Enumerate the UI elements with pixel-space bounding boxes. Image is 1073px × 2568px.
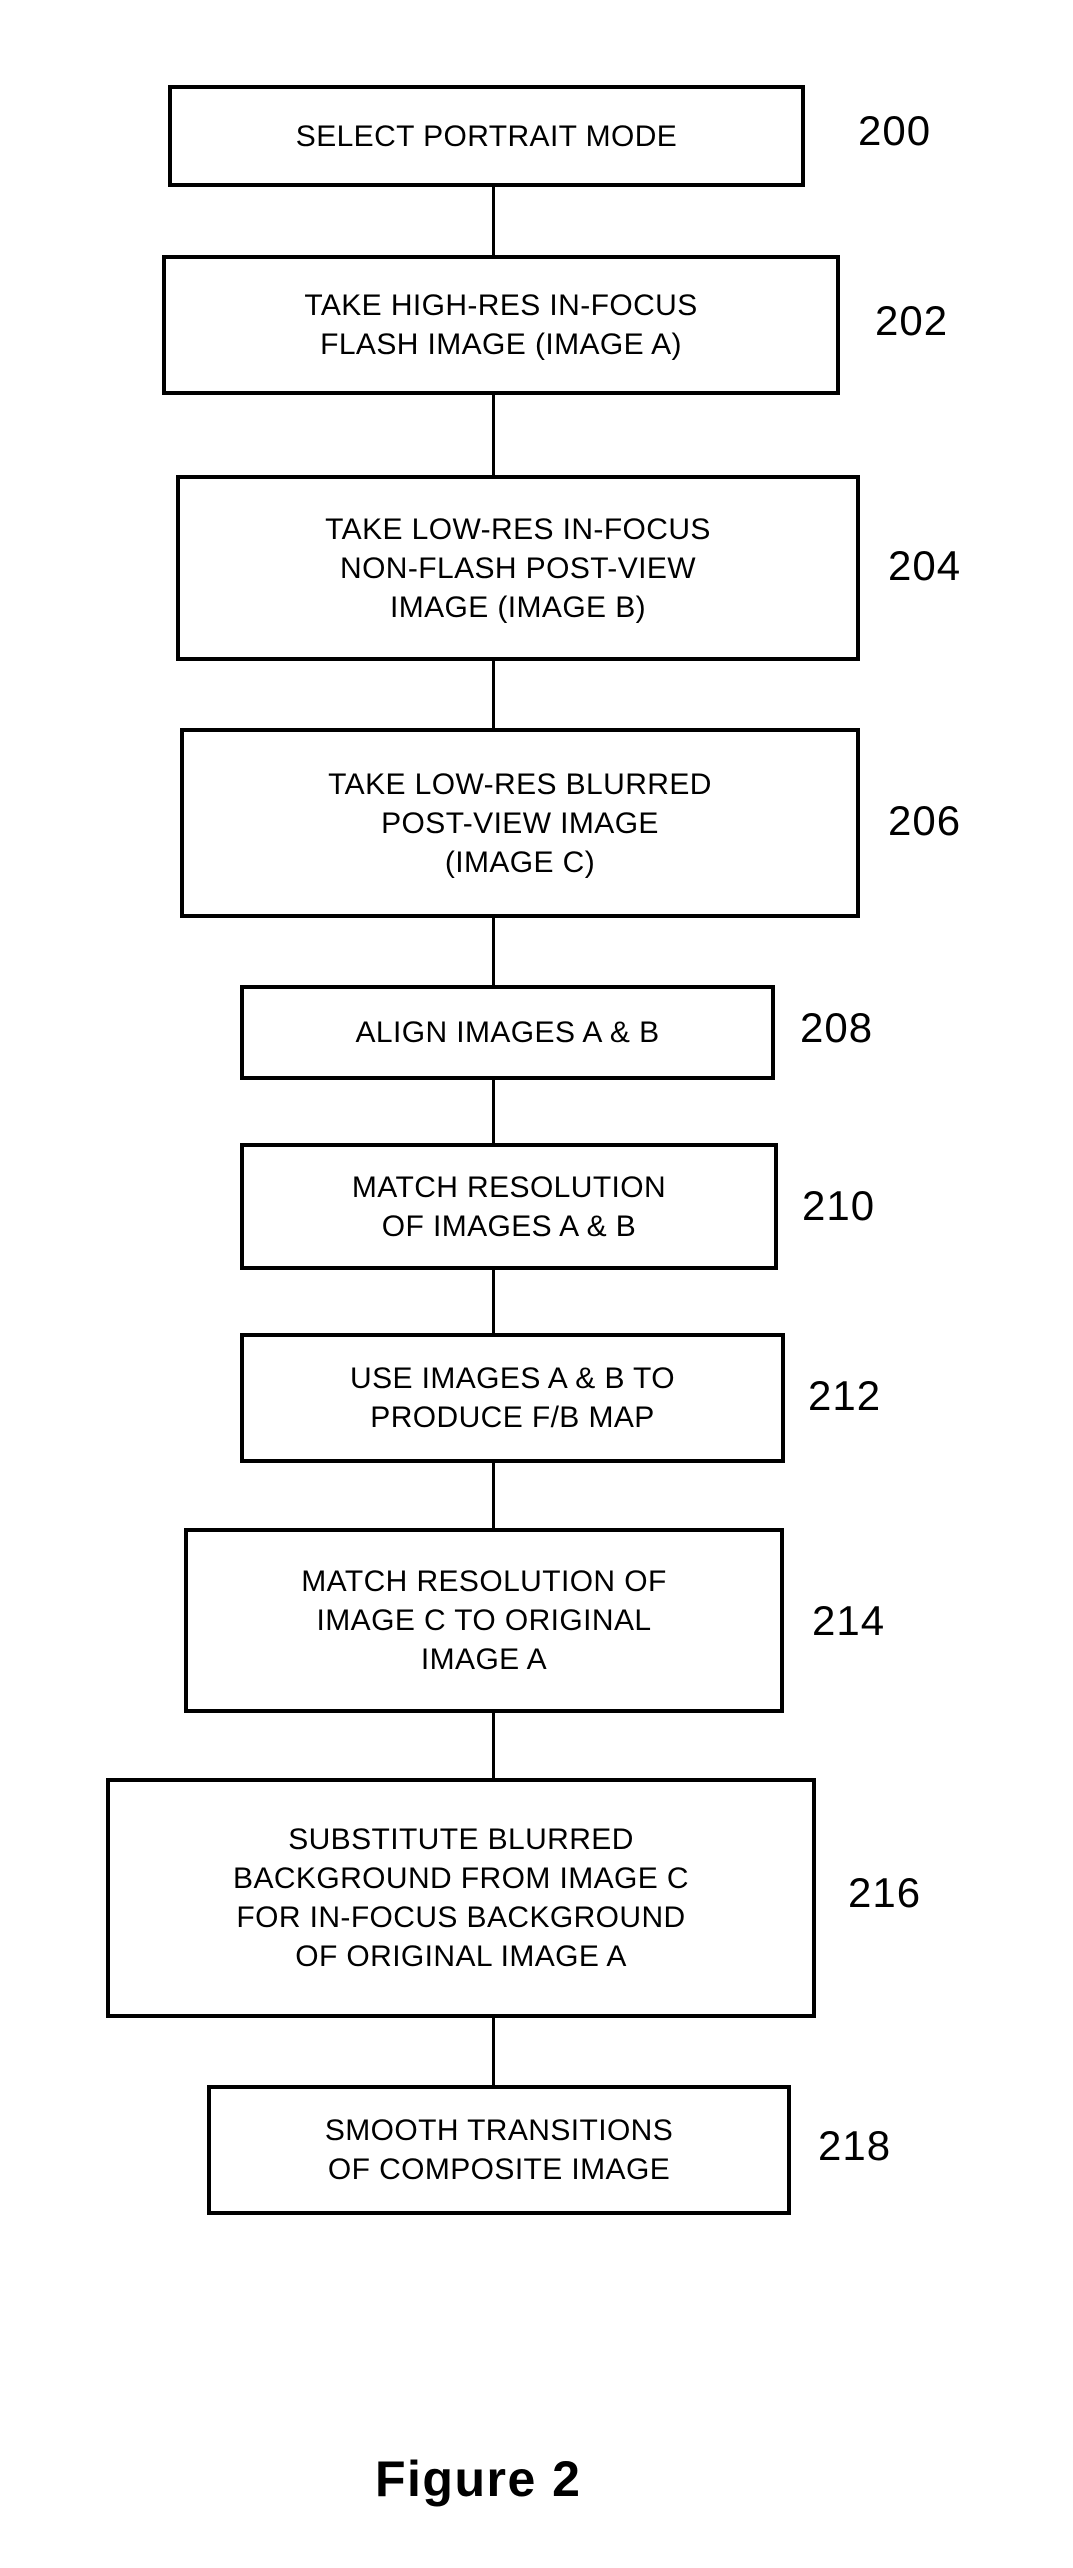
connector-208-210	[492, 1080, 495, 1143]
connector-202-204	[492, 395, 495, 475]
flowchart-ref-216: 216	[848, 1869, 922, 1916]
flowchart-ref-200: 200	[858, 107, 932, 154]
flowchart-node-200-label: SELECT PORTRAIT MODE	[295, 119, 678, 153]
flowchart-node-204-label: TAKE LOW-RES IN-FOCUS NON-FLASH POST-VIE…	[325, 512, 711, 624]
connector-216-218	[492, 2018, 495, 2085]
connector-206-208	[492, 918, 495, 985]
figure-caption: Figure 2	[375, 2451, 582, 2507]
flowchart-ref-210: 210	[802, 1182, 876, 1229]
flowchart-node-210-label: MATCH RESOLUTION OF IMAGES A & B	[351, 1170, 667, 1243]
flowchart-node-210[interactable]: MATCH RESOLUTION OF IMAGES A & B	[240, 1143, 778, 1270]
flowchart-node-208[interactable]: ALIGN IMAGES A & B	[240, 985, 775, 1080]
flowchart-node-214-label: MATCH RESOLUTION OF IMAGE C TO ORIGINAL …	[301, 1565, 667, 1676]
flowchart-node-218[interactable]: SMOOTH TRANSITIONS OF COMPOSITE IMAGE	[207, 2085, 791, 2215]
flowchart-ref-204: 204	[888, 542, 962, 589]
flowchart-node-208-label: ALIGN IMAGES A & B	[355, 1016, 660, 1049]
flowchart-node-216-label: SUBSTITUTE BLURRED BACKGROUND FROM IMAGE…	[233, 1823, 689, 1973]
flowchart-ref-214: 214	[812, 1597, 886, 1644]
flowchart-node-202-label: TAKE HIGH-RES IN-FOCUS FLASH IMAGE (IMAG…	[304, 289, 698, 361]
flowchart-node-214[interactable]: MATCH RESOLUTION OF IMAGE C TO ORIGINAL …	[184, 1528, 784, 1713]
flowchart-ref-208: 208	[800, 1004, 874, 1051]
flowchart-ref-206: 206	[888, 797, 962, 844]
flowchart-node-212-label: USE IMAGES A & B TO PRODUCE F/B MAP	[350, 1362, 675, 1434]
flowchart-node-212[interactable]: USE IMAGES A & B TO PRODUCE F/B MAP	[240, 1333, 785, 1463]
flowchart-node-200[interactable]: SELECT PORTRAIT MODE	[168, 85, 805, 187]
flowchart-node-206[interactable]: TAKE LOW-RES BLURRED POST-VIEW IMAGE (IM…	[180, 728, 860, 918]
figure-canvas: SELECT PORTRAIT MODE 200 TAKE HIGH-RES I…	[0, 0, 1073, 2568]
flowchart-node-216[interactable]: SUBSTITUTE BLURRED BACKGROUND FROM IMAGE…	[106, 1778, 816, 2018]
connector-200-202	[492, 187, 495, 255]
flowchart-node-206-label: TAKE LOW-RES BLURRED POST-VIEW IMAGE (IM…	[328, 767, 712, 879]
flowchart-node-218-label: SMOOTH TRANSITIONS OF COMPOSITE IMAGE	[324, 2114, 674, 2186]
flowchart-ref-202: 202	[875, 297, 949, 344]
connector-204-206	[492, 661, 495, 728]
flowchart-node-202[interactable]: TAKE HIGH-RES IN-FOCUS FLASH IMAGE (IMAG…	[162, 255, 840, 395]
connector-214-216	[492, 1713, 495, 1778]
connector-212-214	[492, 1463, 495, 1528]
flowchart-ref-212: 212	[808, 1372, 882, 1419]
flowchart-ref-218: 218	[818, 2122, 892, 2169]
connector-210-212	[492, 1270, 495, 1333]
flowchart-node-204[interactable]: TAKE LOW-RES IN-FOCUS NON-FLASH POST-VIE…	[176, 475, 860, 661]
